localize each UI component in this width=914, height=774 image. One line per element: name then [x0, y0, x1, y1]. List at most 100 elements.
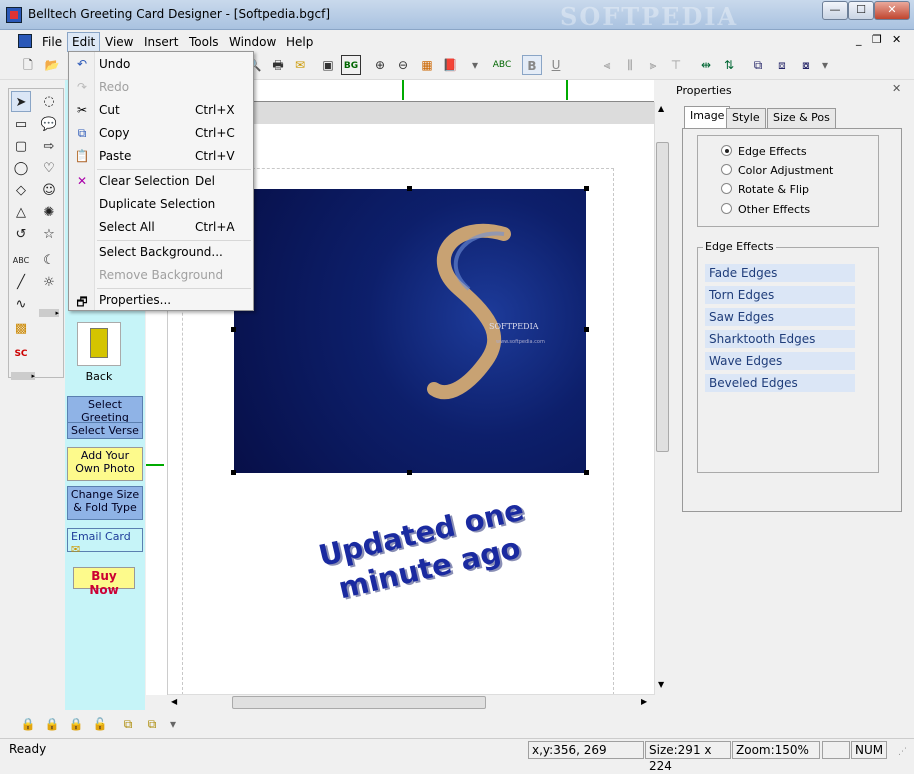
edge-beveled[interactable]: Beveled Edges [705, 374, 855, 392]
menu-help[interactable]: Help [282, 33, 317, 51]
open-icon[interactable]: 📂 [42, 55, 62, 75]
align-top-icon[interactable]: ⊤ [666, 55, 686, 75]
scroll-left-icon[interactable]: ◀ [171, 697, 177, 706]
diamond-tool-icon[interactable]: ◇ [11, 180, 31, 201]
change-size-button[interactable]: Change Size & Fold Type [67, 486, 143, 520]
resize-handle-n[interactable] [407, 186, 412, 191]
buy-now-button[interactable]: Buy Now [73, 567, 135, 597]
vertical-scrollbar[interactable]: ▲ ▼ [654, 102, 670, 695]
resize-handle-ne[interactable] [584, 186, 589, 191]
vertical-scroll-thumb[interactable] [656, 142, 669, 452]
bring-front-icon[interactable]: ⧇ [796, 55, 816, 75]
heart-tool-icon[interactable]: ♡ [39, 158, 59, 179]
menu-duplicate-selection[interactable]: Duplicate Selection [99, 197, 249, 211]
menu-clear-selection[interactable]: Clear Selection Del [99, 174, 249, 188]
edge-saw[interactable]: Saw Edges [705, 308, 855, 326]
back-label[interactable]: Back [65, 370, 133, 383]
mail-icon[interactable]: ✉ [290, 55, 310, 75]
edge-torn[interactable]: Torn Edges [705, 286, 855, 304]
resize-handle-se[interactable] [584, 470, 589, 475]
send-backward-icon[interactable]: ⧉ [142, 714, 162, 734]
edge-sharktooth[interactable]: Sharktooth Edges [705, 330, 855, 348]
menu-paste[interactable]: Paste Ctrl+V [99, 149, 249, 163]
menu-undo[interactable]: Undo [99, 57, 249, 71]
bold-button[interactable]: B [522, 55, 542, 75]
card-photo[interactable]: SOFTPEDIA www.softpedia.com [234, 189, 586, 473]
properties-close-icon[interactable]: ✕ [892, 82, 901, 95]
add-photo-button[interactable]: Add Your Own Photo [67, 447, 143, 481]
email-card-button[interactable]: Email Card ✉ [67, 528, 143, 556]
ellipse-tool-icon[interactable]: ◯ [11, 158, 31, 179]
menu-view[interactable]: View [101, 33, 137, 51]
radio-color-adjustment[interactable]: Color Adjustment [721, 164, 833, 177]
line-tool-icon[interactable]: ╱ [11, 272, 31, 293]
flip-vertical-icon[interactable]: ⇅ [719, 55, 739, 75]
underline-button[interactable]: U [546, 55, 566, 75]
insert-image-icon[interactable]: ▣ [318, 55, 338, 75]
arrow-tool-icon[interactable]: ⇨ [39, 136, 59, 157]
zoom-in-icon[interactable]: ⊕ [370, 55, 390, 75]
palette-expand-icon[interactable]: ▸ [11, 372, 35, 380]
radio-other-effects[interactable]: Other Effects [721, 203, 810, 216]
clipart-tool-icon[interactable]: SC [11, 344, 31, 365]
palette-expand-icon[interactable]: ▸ [39, 309, 59, 317]
resize-handle-e[interactable] [584, 327, 589, 332]
rectangle-tool-icon[interactable]: ▭ [11, 114, 31, 135]
scroll-down-icon[interactable]: ▼ [658, 680, 664, 689]
star-tool-icon[interactable]: ☆ [39, 224, 59, 245]
menu-edit[interactable]: Edit [67, 32, 101, 52]
new-icon[interactable]: 🗋 [18, 55, 38, 75]
menu-remove-background[interactable]: Remove Background [99, 268, 249, 282]
moon-tool-icon[interactable]: ☾ [39, 250, 59, 271]
smiley-tool-icon[interactable]: ☺ [39, 180, 59, 201]
rounded-rectangle-tool-icon[interactable]: ▢ [11, 136, 31, 157]
scroll-right-icon[interactable]: ▶ [641, 697, 647, 706]
toolbar-overflow-right-icon[interactable]: ▾ [820, 55, 830, 75]
menu-window[interactable]: Window [225, 33, 280, 51]
lasso-tool-icon[interactable]: ◌ [39, 91, 59, 112]
horizontal-scroll-thumb[interactable] [232, 696, 486, 709]
bring-forward-icon[interactable]: ⧉ [118, 714, 138, 734]
menu-tools[interactable]: Tools [185, 33, 223, 51]
resize-handle-w[interactable] [231, 327, 236, 332]
menu-cut[interactable]: Cut Ctrl+X [99, 103, 249, 117]
resize-handle-s[interactable] [407, 470, 412, 475]
sun-tool-icon[interactable]: ☼ [39, 272, 59, 293]
background-button[interactable]: BG [341, 55, 361, 75]
toolbar-overflow-icon[interactable]: ▾ [470, 55, 480, 75]
close-button[interactable]: ✕ [874, 1, 910, 20]
ungroup-icon[interactable]: ⧈ [772, 55, 792, 75]
image-tool-icon[interactable]: ▩ [11, 318, 31, 339]
horizontal-scrollbar[interactable]: ◀ ▶ [168, 694, 654, 710]
lock-icon[interactable]: 🔒 [18, 714, 38, 734]
group-icon[interactable]: ⧉ [748, 55, 768, 75]
grid-icon[interactable]: ▦ [417, 55, 437, 75]
radio-edge-effects[interactable]: Edge Effects [721, 145, 807, 158]
scroll-up-icon[interactable]: ▲ [658, 104, 664, 113]
align-right-icon[interactable]: ⫸ [643, 55, 663, 75]
tab-size-pos[interactable]: Size & Pos [767, 108, 836, 128]
menu-redo[interactable]: Redo [99, 80, 249, 94]
menu-file[interactable]: File [38, 33, 66, 51]
resize-handle-sw[interactable] [231, 470, 236, 475]
maximize-button[interactable]: ☐ [848, 1, 874, 20]
triangle-tool-icon[interactable]: △ [11, 202, 31, 223]
align-left-icon[interactable]: ⫷ [597, 55, 617, 75]
document-icon[interactable] [18, 34, 32, 48]
select-verse-button[interactable]: Select Verse [67, 422, 143, 439]
lock-position-icon[interactable]: 🔒 [42, 714, 62, 734]
back-card-thumbnail[interactable] [77, 322, 121, 366]
zoom-out-icon[interactable]: ⊖ [393, 55, 413, 75]
resize-grip-icon[interactable]: ⋰ [898, 747, 907, 757]
lock-size-icon[interactable]: 🔒 [66, 714, 86, 734]
print-icon[interactable]: 🖶 [268, 55, 288, 75]
spell-check-button[interactable]: ABC [492, 55, 512, 75]
radio-rotate-flip[interactable]: Rotate & Flip [721, 183, 809, 196]
menu-properties[interactable]: Properties... [99, 293, 249, 307]
spiral-tool-icon[interactable]: ↺ [11, 224, 31, 245]
menu-insert[interactable]: Insert [140, 33, 182, 51]
book-icon[interactable]: 📕 [440, 55, 460, 75]
edge-fade[interactable]: Fade Edges [705, 264, 855, 282]
bottom-toolbar-overflow-icon[interactable]: ▾ [168, 714, 178, 734]
align-center-icon[interactable]: ⫼ [620, 55, 640, 75]
